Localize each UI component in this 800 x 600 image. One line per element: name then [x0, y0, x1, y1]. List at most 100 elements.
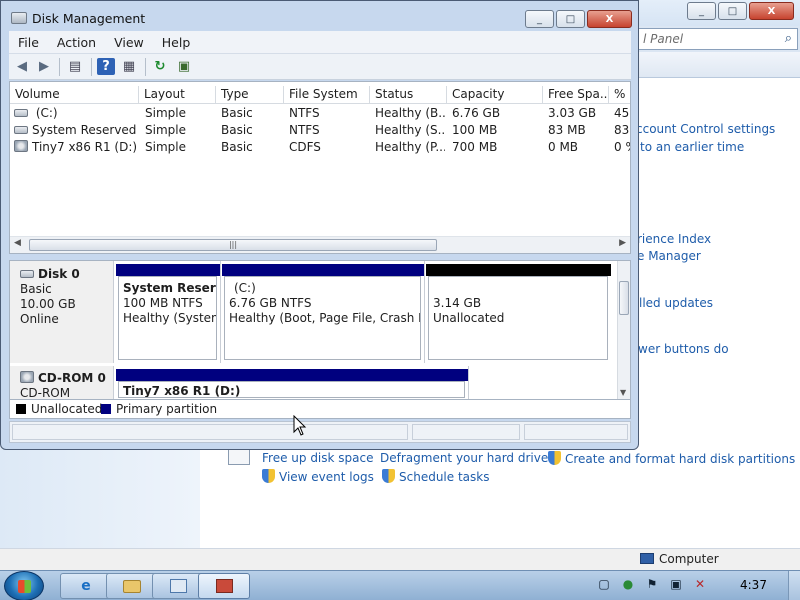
- column-volume[interactable]: Volume: [10, 86, 139, 104]
- menu-view[interactable]: View: [105, 35, 153, 50]
- capacity-cell: 6.76 GB: [452, 106, 501, 120]
- show-hide-console-tree-icon[interactable]: ▤: [66, 58, 84, 75]
- taskbar-ie-button[interactable]: e: [60, 573, 112, 599]
- network-icon[interactable]: ▣: [668, 576, 684, 592]
- control-panel-window-controls: _ □ X: [687, 2, 794, 20]
- status-computer-label: Computer: [659, 552, 719, 566]
- clock[interactable]: 4:37: [740, 578, 767, 592]
- volume-muted-icon[interactable]: ✕: [692, 576, 708, 592]
- horizontal-scrollbar[interactable]: ◀ ||| ▶: [10, 236, 630, 253]
- scroll-down-icon[interactable]: ▼: [620, 388, 626, 397]
- link-create-format-partitions[interactable]: Create and format hard disk partitions: [548, 451, 795, 466]
- system-tray: ▢ ● ⚑ ▣ ✕: [596, 576, 708, 592]
- search-icon[interactable]: ⌕: [785, 31, 792, 46]
- partition-d-drive[interactable]: Tiny7 x86 R1 (D:): [115, 366, 469, 399]
- toolbar-separator: [59, 58, 60, 76]
- window-controls: _ □ X: [525, 10, 632, 28]
- taskbar-control-panel-button[interactable]: [152, 573, 204, 599]
- legend-unallocated: Unallocated: [31, 402, 103, 416]
- help-icon[interactable]: ?: [97, 58, 115, 75]
- link-user-account-control[interactable]: ccount Control settings: [636, 122, 775, 136]
- column-layout[interactable]: Layout: [139, 86, 216, 104]
- back-icon[interactable]: ◀: [13, 58, 31, 75]
- security-icon[interactable]: ●: [620, 576, 636, 592]
- vertical-scroll-thumb[interactable]: [619, 281, 629, 315]
- volume-name: Tiny7 x86 R1 (D:): [32, 140, 138, 154]
- disk-0-name: Disk 0: [38, 267, 80, 281]
- scroll-right-icon[interactable]: ▶: [619, 238, 626, 248]
- action-center-icon[interactable]: ▢: [596, 576, 612, 592]
- cp-maximize-button[interactable]: □: [718, 2, 747, 20]
- mouse-cursor-icon: [293, 415, 307, 436]
- cp-close-button[interactable]: X: [749, 2, 794, 20]
- hard-drive-icon: [14, 126, 28, 134]
- pct-cell: 83: [614, 123, 630, 137]
- cdrom-0-label[interactable]: CD-ROM 0 CD-ROM: [10, 366, 114, 399]
- table-row[interactable]: Tiny7 x86 R1 (D:) Simple Basic CDFS Heal…: [10, 139, 630, 156]
- partition-system-reserved[interactable]: System Reserve 100 MB NTFS Healthy (Syst…: [115, 261, 221, 363]
- disk-0-title: Disk 0: [20, 267, 113, 282]
- legend: Unallocated Primary partition: [9, 400, 631, 419]
- primary-partition-bar: [116, 264, 220, 276]
- hard-drive-icon: [14, 109, 28, 117]
- horizontal-scroll-thumb[interactable]: |||: [29, 239, 437, 251]
- ie-icon: e: [81, 578, 91, 594]
- link-view-event-logs[interactable]: View event logs: [262, 469, 374, 484]
- status-pane-3: [524, 424, 628, 440]
- link-experience-index[interactable]: rience Index: [637, 232, 711, 246]
- rescan-disks-icon[interactable]: ▣: [175, 58, 193, 75]
- column-percent-free[interactable]: % F: [609, 86, 630, 104]
- column-free-space[interactable]: Free Spa...: [543, 86, 609, 104]
- menu-file[interactable]: File: [9, 35, 48, 50]
- legend-primary-partition: Primary partition: [116, 402, 218, 416]
- cdrom-0-name: CD-ROM 0: [38, 371, 106, 385]
- link-restore-earlier-time[interactable]: to an earlier time: [640, 140, 744, 154]
- minimize-button[interactable]: _: [525, 10, 554, 28]
- link-device-manager[interactable]: e Manager: [637, 249, 701, 263]
- table-row[interactable]: (C:) Simple Basic NTFS Healthy (B... 6.7…: [10, 105, 630, 122]
- disk-management-titlebar[interactable]: Disk Management _ □ X: [1, 1, 638, 31]
- menu-bar: File Action View Help: [9, 31, 631, 53]
- volume-list-header: Volume Layout Type File System Status Ca…: [10, 86, 630, 104]
- refresh-icon[interactable]: ↻: [151, 58, 169, 75]
- column-type[interactable]: Type: [216, 86, 284, 104]
- link-free-up-disk-space[interactable]: Free up disk space: [262, 451, 374, 465]
- show-desktop-button[interactable]: [788, 571, 800, 600]
- shield-icon: [382, 469, 395, 483]
- toolbar-separator: [91, 58, 92, 76]
- vertical-scrollbar[interactable]: ▼: [617, 261, 630, 399]
- maximize-button[interactable]: □: [556, 10, 585, 28]
- partition-unallocated[interactable]: 3.14 GB Unallocated: [425, 261, 611, 363]
- cp-minimize-button[interactable]: _: [687, 2, 716, 20]
- search-placeholder: l Panel: [643, 32, 684, 46]
- primary-partition-bar: [222, 264, 424, 276]
- menu-help[interactable]: Help: [153, 35, 200, 50]
- disk-0-label[interactable]: Disk 0 Basic 10.00 GB Online: [10, 261, 114, 363]
- start-button[interactable]: [4, 571, 44, 600]
- control-panel-search-input[interactable]: l Panel ⌕: [636, 28, 798, 50]
- flag-icon[interactable]: ⚑: [644, 576, 660, 592]
- scroll-left-icon[interactable]: ◀: [14, 238, 21, 248]
- properties-icon[interactable]: ▦: [120, 58, 138, 75]
- disk-graphical-view: Disk 0 Basic 10.00 GB Online System Rese…: [9, 260, 631, 400]
- taskbar-explorer-button[interactable]: [106, 573, 158, 599]
- link-defragment[interactable]: Defragment your hard drive: [380, 451, 548, 465]
- partition-detail: 6.76 GB NTFS: [229, 296, 312, 310]
- capacity-cell: 100 MB: [452, 123, 498, 137]
- partition-c-drive[interactable]: (C:) 6.76 GB NTFS Healthy (Boot, Page Fi…: [221, 261, 425, 363]
- disk-management-app-icon[interactable]: [11, 12, 27, 24]
- link-power-buttons[interactable]: wer buttons do: [638, 342, 729, 356]
- table-row[interactable]: System Reserved Simple Basic NTFS Health…: [10, 122, 630, 139]
- menu-action[interactable]: Action: [48, 35, 105, 50]
- column-file-system[interactable]: File System: [284, 86, 370, 104]
- link-schedule-tasks[interactable]: Schedule tasks: [382, 469, 489, 484]
- column-capacity[interactable]: Capacity: [447, 86, 543, 104]
- close-button[interactable]: X: [587, 10, 632, 28]
- forward-icon[interactable]: ▶: [35, 58, 53, 75]
- disk-0-type: Basic: [20, 282, 52, 296]
- column-status[interactable]: Status: [370, 86, 447, 104]
- taskbar-disk-management-button[interactable]: [198, 573, 250, 599]
- link-installed-updates[interactable]: lled updates: [639, 296, 713, 310]
- free-cell: 0 MB: [548, 140, 579, 154]
- fs-cell: NTFS: [289, 106, 320, 120]
